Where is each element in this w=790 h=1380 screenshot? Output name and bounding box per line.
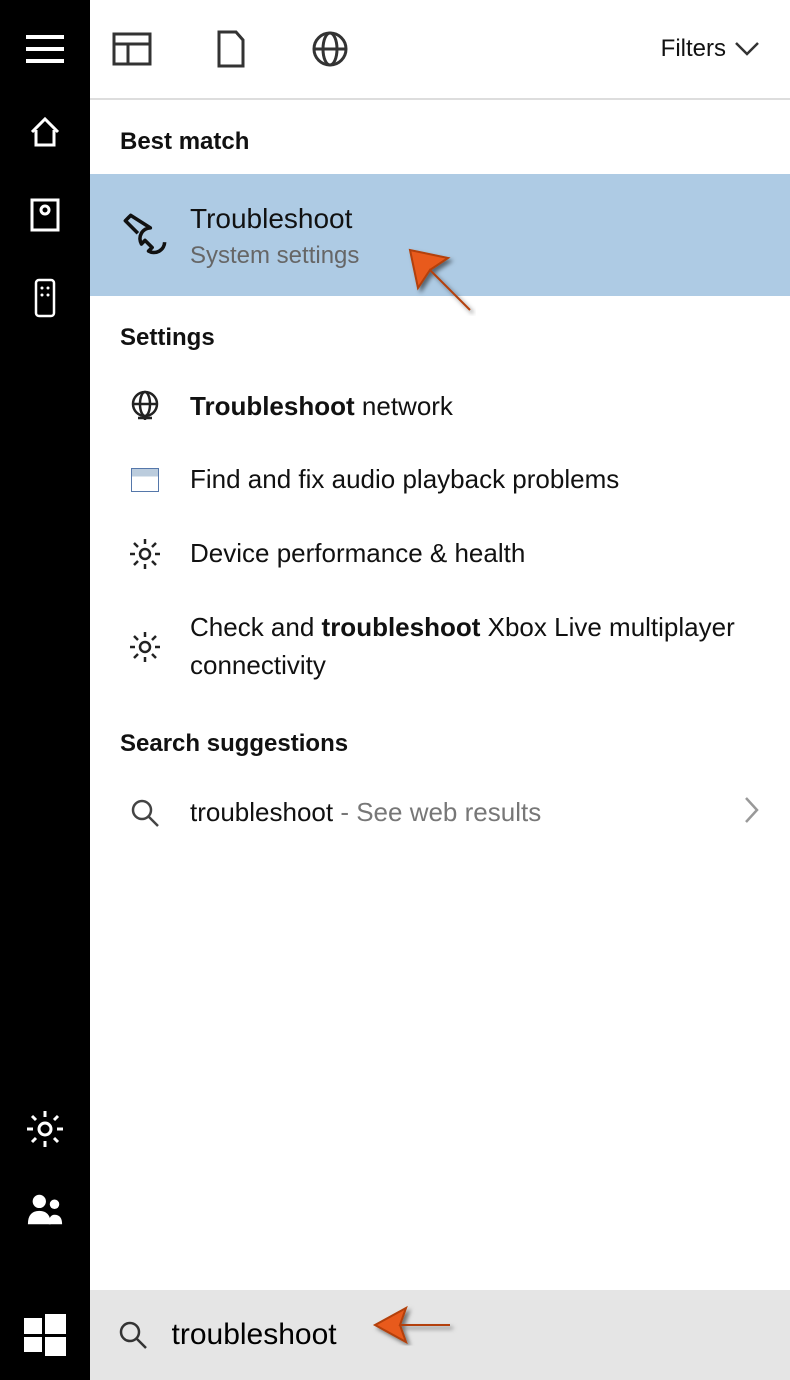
home-icon[interactable]	[26, 113, 64, 151]
best-match-header: Best match	[90, 100, 790, 174]
suggestion-text: troubleshoot - See web results	[190, 794, 744, 832]
best-match-subtitle: System settings	[190, 242, 359, 270]
documents-tab-icon[interactable]	[209, 27, 253, 71]
settings-item-xbox[interactable]: Check and troubleshoot Xbox Live multipl…	[90, 591, 790, 702]
wrench-icon	[120, 207, 170, 263]
chevron-right-icon	[744, 796, 760, 831]
web-tab-icon[interactable]	[308, 27, 352, 71]
settings-item-text: Find and fix audio playback problems	[190, 461, 760, 499]
settings-item-text: Device performance & health	[190, 535, 760, 573]
hamburger-icon[interactable]	[26, 30, 64, 68]
search-panel: Filters Best match Troubleshoot System s…	[90, 0, 790, 1290]
start-button[interactable]	[0, 1290, 90, 1380]
gear-icon	[120, 538, 170, 570]
search-icon	[115, 1315, 152, 1355]
filter-tabs: Filters	[90, 0, 790, 100]
sidebar	[0, 0, 90, 1380]
search-bar[interactable]	[90, 1290, 790, 1380]
search-icon	[120, 797, 170, 829]
reader-icon[interactable]	[26, 196, 64, 234]
settings-header: Settings	[90, 296, 790, 370]
gear-icon	[120, 631, 170, 663]
settings-icon[interactable]	[26, 1110, 64, 1148]
settings-item-text: Check and troubleshoot Xbox Live multipl…	[190, 609, 760, 684]
settings-item-audio[interactable]: Find and fix audio playback problems	[90, 443, 790, 517]
audio-icon	[120, 468, 170, 492]
chevron-down-icon	[734, 41, 760, 57]
apps-tab-icon[interactable]	[110, 27, 154, 71]
settings-item-text: Troubleshoot network	[190, 388, 760, 426]
best-match-title: Troubleshoot	[190, 200, 359, 238]
remote-icon[interactable]	[26, 279, 64, 317]
people-icon[interactable]	[26, 1190, 64, 1228]
filters-button[interactable]: Filters	[661, 35, 760, 63]
web-suggestion-item[interactable]: troubleshoot - See web results	[90, 776, 790, 850]
settings-item-performance[interactable]: Device performance & health	[90, 517, 790, 591]
best-match-item[interactable]: Troubleshoot System settings	[90, 174, 790, 296]
filters-label: Filters	[661, 35, 726, 63]
search-input[interactable]	[172, 1318, 765, 1352]
settings-item-network[interactable]: Troubleshoot network	[90, 370, 790, 444]
suggestions-header: Search suggestions	[90, 702, 790, 776]
globe-icon	[120, 390, 170, 424]
